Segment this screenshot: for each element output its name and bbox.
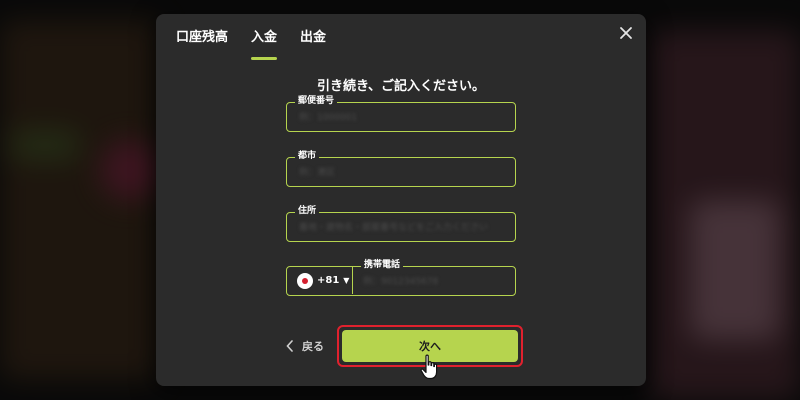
tab-bar: 口座残高 入金 出金: [176, 30, 349, 60]
postal-code-label: 郵便番号: [295, 94, 338, 108]
city-field[interactable]: 都市 例：港区: [286, 149, 516, 187]
city-label: 都市: [295, 149, 320, 163]
address-placeholder: 番地・建物名・部屋番号などをご入力ください: [299, 223, 489, 233]
phone-input[interactable]: 例：9012345678: [363, 274, 438, 287]
caret-down-icon: ▼: [343, 276, 350, 285]
tab-withdraw[interactable]: 出金: [300, 30, 326, 60]
close-icon[interactable]: [618, 25, 634, 41]
japan-flag-icon: [297, 272, 313, 289]
tab-balance[interactable]: 口座残高: [176, 30, 228, 60]
phone-label: 携帯電話: [361, 258, 404, 272]
address-label: 住所: [295, 204, 320, 218]
deposit-modal: 口座残高 入金 出金 引き続き、ご記入ください。 郵便番号 例：1000001 …: [156, 14, 646, 386]
city-placeholder: 例：港区: [299, 168, 336, 178]
form-heading: 引き続き、ご記入ください。: [316, 79, 486, 94]
phone-field: 携帯電話 +81 ▼ 例：9012345678: [286, 258, 516, 296]
hand-pointer-icon: [420, 354, 440, 380]
postal-code-placeholder: 例：1000001: [299, 113, 358, 123]
chevron-left-icon: [286, 340, 293, 352]
country-code-select[interactable]: +81 ▼: [287, 267, 353, 294]
back-label: 戻る: [302, 340, 324, 353]
address-field[interactable]: 住所 番地・建物名・部屋番号などをご入力ください: [286, 204, 516, 242]
country-code: +81: [317, 275, 340, 286]
tab-deposit[interactable]: 入金: [251, 30, 278, 60]
back-button[interactable]: 戻る: [286, 338, 324, 354]
postal-code-field[interactable]: 郵便番号 例：1000001: [286, 94, 516, 132]
